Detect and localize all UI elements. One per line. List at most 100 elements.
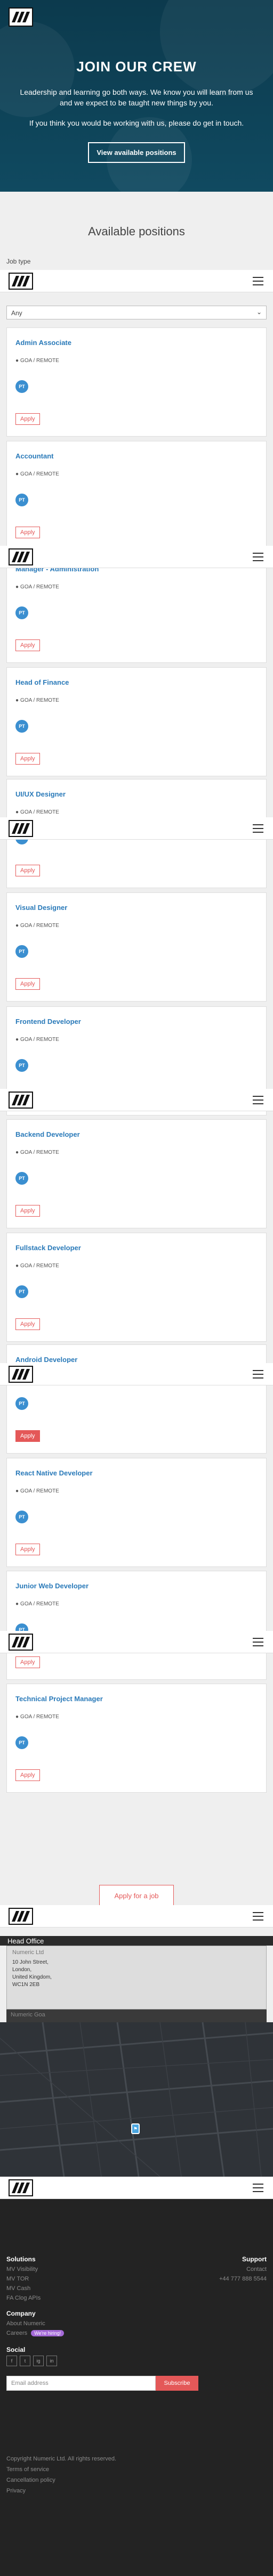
footer-link[interactable]: MV Cash bbox=[6, 2285, 30, 2292]
job-card: Android Developer●GOA / REMOTEPTApply bbox=[6, 1344, 267, 1454]
facebook-icon[interactable]: f bbox=[6, 2356, 17, 2366]
navbar bbox=[0, 1631, 273, 1653]
apply-button[interactable]: Apply bbox=[15, 865, 40, 876]
nav-logo[interactable] bbox=[9, 1366, 33, 1383]
menu-icon[interactable] bbox=[253, 824, 263, 833]
job-title[interactable]: Frontend Developer bbox=[15, 1018, 81, 1026]
logo-icon bbox=[12, 1369, 30, 1380]
job-title[interactable]: Head of Finance bbox=[15, 678, 69, 686]
avatar: PT bbox=[15, 1397, 28, 1410]
nav-logo[interactable] bbox=[9, 820, 33, 837]
apply-button[interactable]: Apply bbox=[15, 1205, 40, 1217]
job-title[interactable]: Admin Associate bbox=[15, 339, 71, 347]
copyright-text: Copyright Numeric Ltd. All rights reserv… bbox=[6, 2456, 117, 2462]
instagram-icon[interactable]: ig bbox=[33, 2356, 44, 2366]
logo[interactable] bbox=[9, 7, 33, 27]
apply-button[interactable]: Apply bbox=[15, 527, 40, 538]
contact-link[interactable]: Contact bbox=[246, 2266, 267, 2273]
hero-paragraph: If you think you would be working with u… bbox=[29, 119, 244, 127]
job-card: Fullstack Developer ● GOA / REMOTE PT Apply bbox=[6, 1233, 267, 1342]
location-pin-icon: ● bbox=[15, 1150, 19, 1155]
avatar: PT bbox=[15, 720, 28, 733]
job-title[interactable]: Junior Web Developer bbox=[15, 1582, 89, 1590]
menu-icon[interactable] bbox=[253, 1638, 263, 1646]
footer-link[interactable]: MV Visibility bbox=[6, 2266, 38, 2273]
job-location-text: GOA / REMOTE bbox=[20, 1714, 59, 1720]
footer-link[interactable]: FA Clog APIs bbox=[6, 2295, 41, 2301]
careers-link[interactable]: Careers bbox=[6, 2330, 27, 2336]
nav-logo[interactable] bbox=[9, 2179, 33, 2196]
email-field[interactable]: Email address bbox=[6, 2376, 156, 2391]
navbar bbox=[0, 817, 273, 840]
job-card: Manager - Administration ● GOA / REMOTE PT A… bbox=[6, 554, 267, 663]
job-title[interactable]: Technical Project Manager bbox=[15, 1695, 103, 1703]
map-marker-icon[interactable]: ⚑ bbox=[131, 2123, 140, 2134]
map[interactable]: ⚑ bbox=[0, 2022, 273, 2177]
menu-icon[interactable] bbox=[253, 277, 263, 285]
social-heading: Social bbox=[6, 2346, 26, 2353]
apply-button[interactable]: Apply bbox=[15, 639, 40, 651]
job-title[interactable]: Accountant bbox=[15, 452, 54, 460]
job-title[interactable]: Android Developer bbox=[15, 1356, 77, 1364]
avatar: PT bbox=[15, 1511, 28, 1523]
job-title[interactable]: UI/UX Designer bbox=[15, 790, 66, 798]
logo-icon bbox=[12, 1095, 30, 1105]
job-location: ●GOA / REMOTE bbox=[15, 1488, 59, 1494]
menu-icon[interactable] bbox=[253, 2184, 263, 2192]
apply-for-job-button[interactable]: Apply for a job bbox=[99, 1885, 174, 1907]
location-pin-icon: ● bbox=[15, 358, 19, 364]
apply-button[interactable]: Apply bbox=[15, 1656, 40, 1668]
job-type-selected: Any bbox=[11, 309, 22, 317]
footer-link-careers[interactable]: Careers We're hiring! bbox=[6, 2330, 65, 2336]
logo-icon bbox=[12, 2183, 30, 2193]
menu-icon[interactable] bbox=[253, 1912, 263, 1921]
navbar bbox=[0, 270, 273, 292]
footer-link[interactable]: About Numeric bbox=[6, 2320, 45, 2327]
cancellation-link[interactable]: Cancellation policy bbox=[6, 2477, 55, 2483]
job-location: ●GOA / REMOTE bbox=[15, 1263, 59, 1269]
support-heading: Support bbox=[242, 2255, 267, 2263]
job-title[interactable]: Fullstack Developer bbox=[15, 1244, 81, 1252]
apply-button[interactable]: Apply bbox=[15, 1430, 40, 1442]
job-location-text: GOA / REMOTE bbox=[20, 1601, 59, 1607]
address-line: 10 John Street, bbox=[12, 1959, 49, 1965]
nav-logo[interactable] bbox=[9, 548, 33, 565]
menu-icon[interactable] bbox=[253, 1096, 263, 1104]
navbar bbox=[0, 1363, 273, 1385]
twitter-icon[interactable]: t bbox=[20, 2356, 30, 2366]
phone-number[interactable]: +44 777 888 5544 bbox=[219, 2276, 267, 2282]
job-type-select[interactable]: Any ⌄ bbox=[6, 306, 267, 319]
job-location: ●GOA / REMOTE bbox=[15, 1037, 59, 1043]
logo-icon bbox=[12, 823, 30, 834]
address-line: United Kingdom, bbox=[12, 1974, 52, 1980]
subscribe-button[interactable]: Subscribe bbox=[156, 2376, 198, 2391]
job-title[interactable]: Visual Designer bbox=[15, 904, 67, 912]
menu-icon[interactable] bbox=[253, 1370, 263, 1379]
job-location-text: GOA / REMOTE bbox=[20, 1263, 59, 1269]
apply-button[interactable]: Apply bbox=[15, 413, 40, 425]
apply-button[interactable]: Apply bbox=[15, 1318, 40, 1330]
footer-link[interactable]: MV TOR bbox=[6, 2276, 29, 2282]
job-card: Junior Web Developer ● GOA / REMOTE PT Apply bbox=[6, 1571, 267, 1680]
nav-logo[interactable] bbox=[9, 1908, 33, 1925]
job-card: Visual Designer ● GOA / REMOTE PT Apply bbox=[6, 892, 267, 1002]
nav-logo[interactable] bbox=[9, 1092, 33, 1109]
nav-logo[interactable] bbox=[9, 1634, 33, 1651]
view-positions-button[interactable]: View available positions bbox=[88, 142, 185, 163]
apply-button[interactable]: Apply bbox=[15, 1769, 40, 1781]
office-company: Numeric Ltd bbox=[12, 1949, 44, 1956]
privacy-link[interactable]: Privacy bbox=[6, 2488, 26, 2494]
job-card: Accountant ● GOA / REMOTE PT Apply bbox=[6, 441, 267, 550]
nav-logo[interactable] bbox=[9, 273, 33, 290]
linkedin-icon[interactable]: in bbox=[46, 2356, 57, 2366]
job-title[interactable]: React Native Developer bbox=[15, 1469, 93, 1477]
job-card: Admin Associate ● GOA / REMOTE PT Apply bbox=[6, 327, 267, 437]
menu-icon[interactable] bbox=[253, 553, 263, 561]
avatar: PT bbox=[15, 1285, 28, 1298]
job-location-text: GOA / REMOTE bbox=[20, 471, 59, 477]
job-title[interactable]: Backend Developer bbox=[15, 1130, 80, 1138]
terms-link[interactable]: Terms of service bbox=[6, 2466, 49, 2473]
apply-button[interactable]: Apply bbox=[15, 978, 40, 990]
apply-button[interactable]: Apply bbox=[15, 753, 40, 765]
apply-button[interactable]: Apply bbox=[15, 1544, 40, 1555]
